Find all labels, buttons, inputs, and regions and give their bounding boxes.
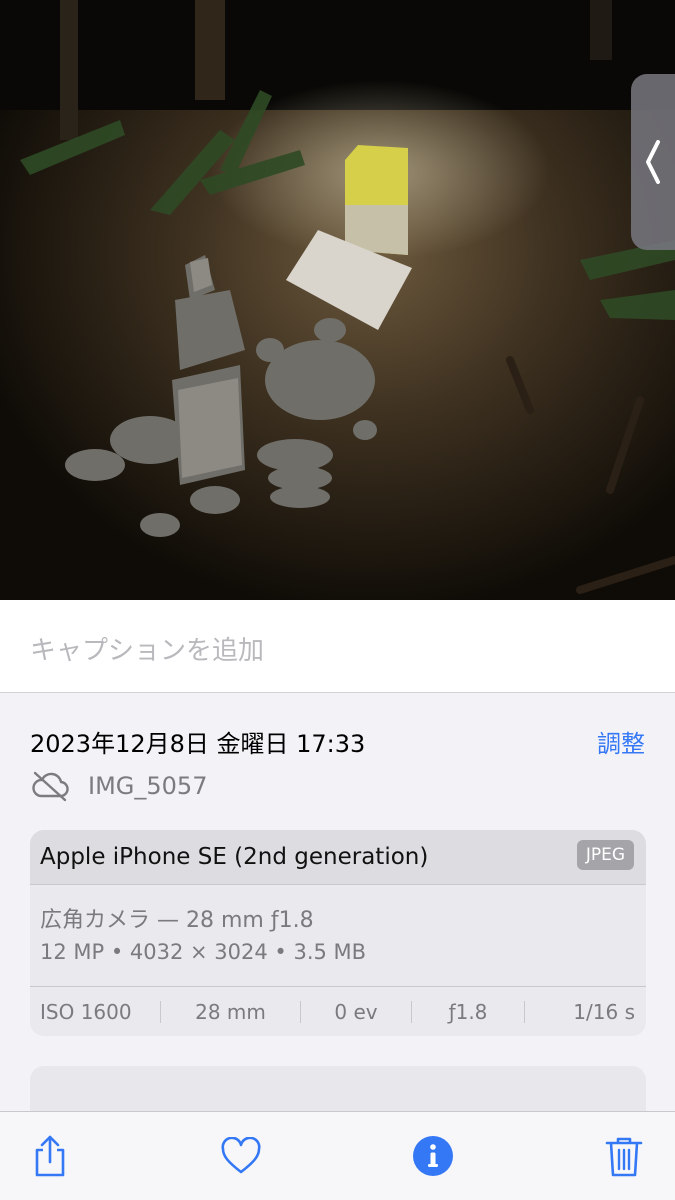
trash-icon bbox=[605, 1137, 643, 1177]
exif-focal-length: 28 mm bbox=[195, 1000, 266, 1024]
file-row: IMG_5057 bbox=[30, 768, 207, 804]
photo-datetime: 2023年12月8日 金曜日 17:33 bbox=[30, 730, 366, 758]
cloud-slash-icon bbox=[32, 771, 69, 802]
share-button[interactable] bbox=[28, 1134, 72, 1178]
favorite-button[interactable] bbox=[219, 1134, 263, 1178]
caption-placeholder: キャプションを追加 bbox=[30, 636, 265, 666]
exif-exposure-value: 0 ev bbox=[334, 1000, 378, 1024]
adjust-button[interactable]: 調整 bbox=[597, 724, 645, 759]
delete-button[interactable] bbox=[602, 1134, 646, 1178]
photo-image bbox=[0, 0, 675, 600]
camera-card-header: Apple iPhone SE (2nd generation) JPEG bbox=[30, 830, 646, 885]
caption-field[interactable]: キャプションを追加 bbox=[0, 600, 675, 693]
side-panel-handle[interactable] bbox=[631, 74, 675, 250]
exif-row: ISO 1600 28 mm 0 ev ƒ1.8 1/16 s bbox=[30, 986, 646, 1036]
camera-info-card: Apple iPhone SE (2nd generation) JPEG 広角… bbox=[30, 830, 646, 1036]
exif-aperture: ƒ1.8 bbox=[448, 1000, 488, 1024]
format-badge: JPEG bbox=[576, 840, 634, 870]
image-specs: 12 MP • 4032 × 3024 • 3.5 MB bbox=[40, 940, 367, 964]
exif-iso: ISO 1600 bbox=[40, 1000, 132, 1024]
photo-view[interactable] bbox=[0, 0, 675, 600]
share-icon bbox=[35, 1135, 65, 1177]
file-name: IMG_5057 bbox=[88, 772, 208, 800]
heart-icon bbox=[221, 1137, 261, 1174]
chevron-left-icon bbox=[646, 140, 660, 184]
device-name: Apple iPhone SE (2nd generation) bbox=[40, 844, 429, 870]
info-panel: 2023年12月8日 金曜日 17:33 調整 IMG_5057 Apple i… bbox=[0, 694, 675, 1126]
bottom-toolbar bbox=[0, 1111, 675, 1200]
exif-shutter-speed: 1/16 s bbox=[573, 1000, 635, 1024]
info-icon bbox=[413, 1136, 453, 1176]
info-button[interactable] bbox=[411, 1134, 455, 1178]
lens-info: 広角カメラ — 28 mm ƒ1.8 bbox=[40, 908, 314, 933]
